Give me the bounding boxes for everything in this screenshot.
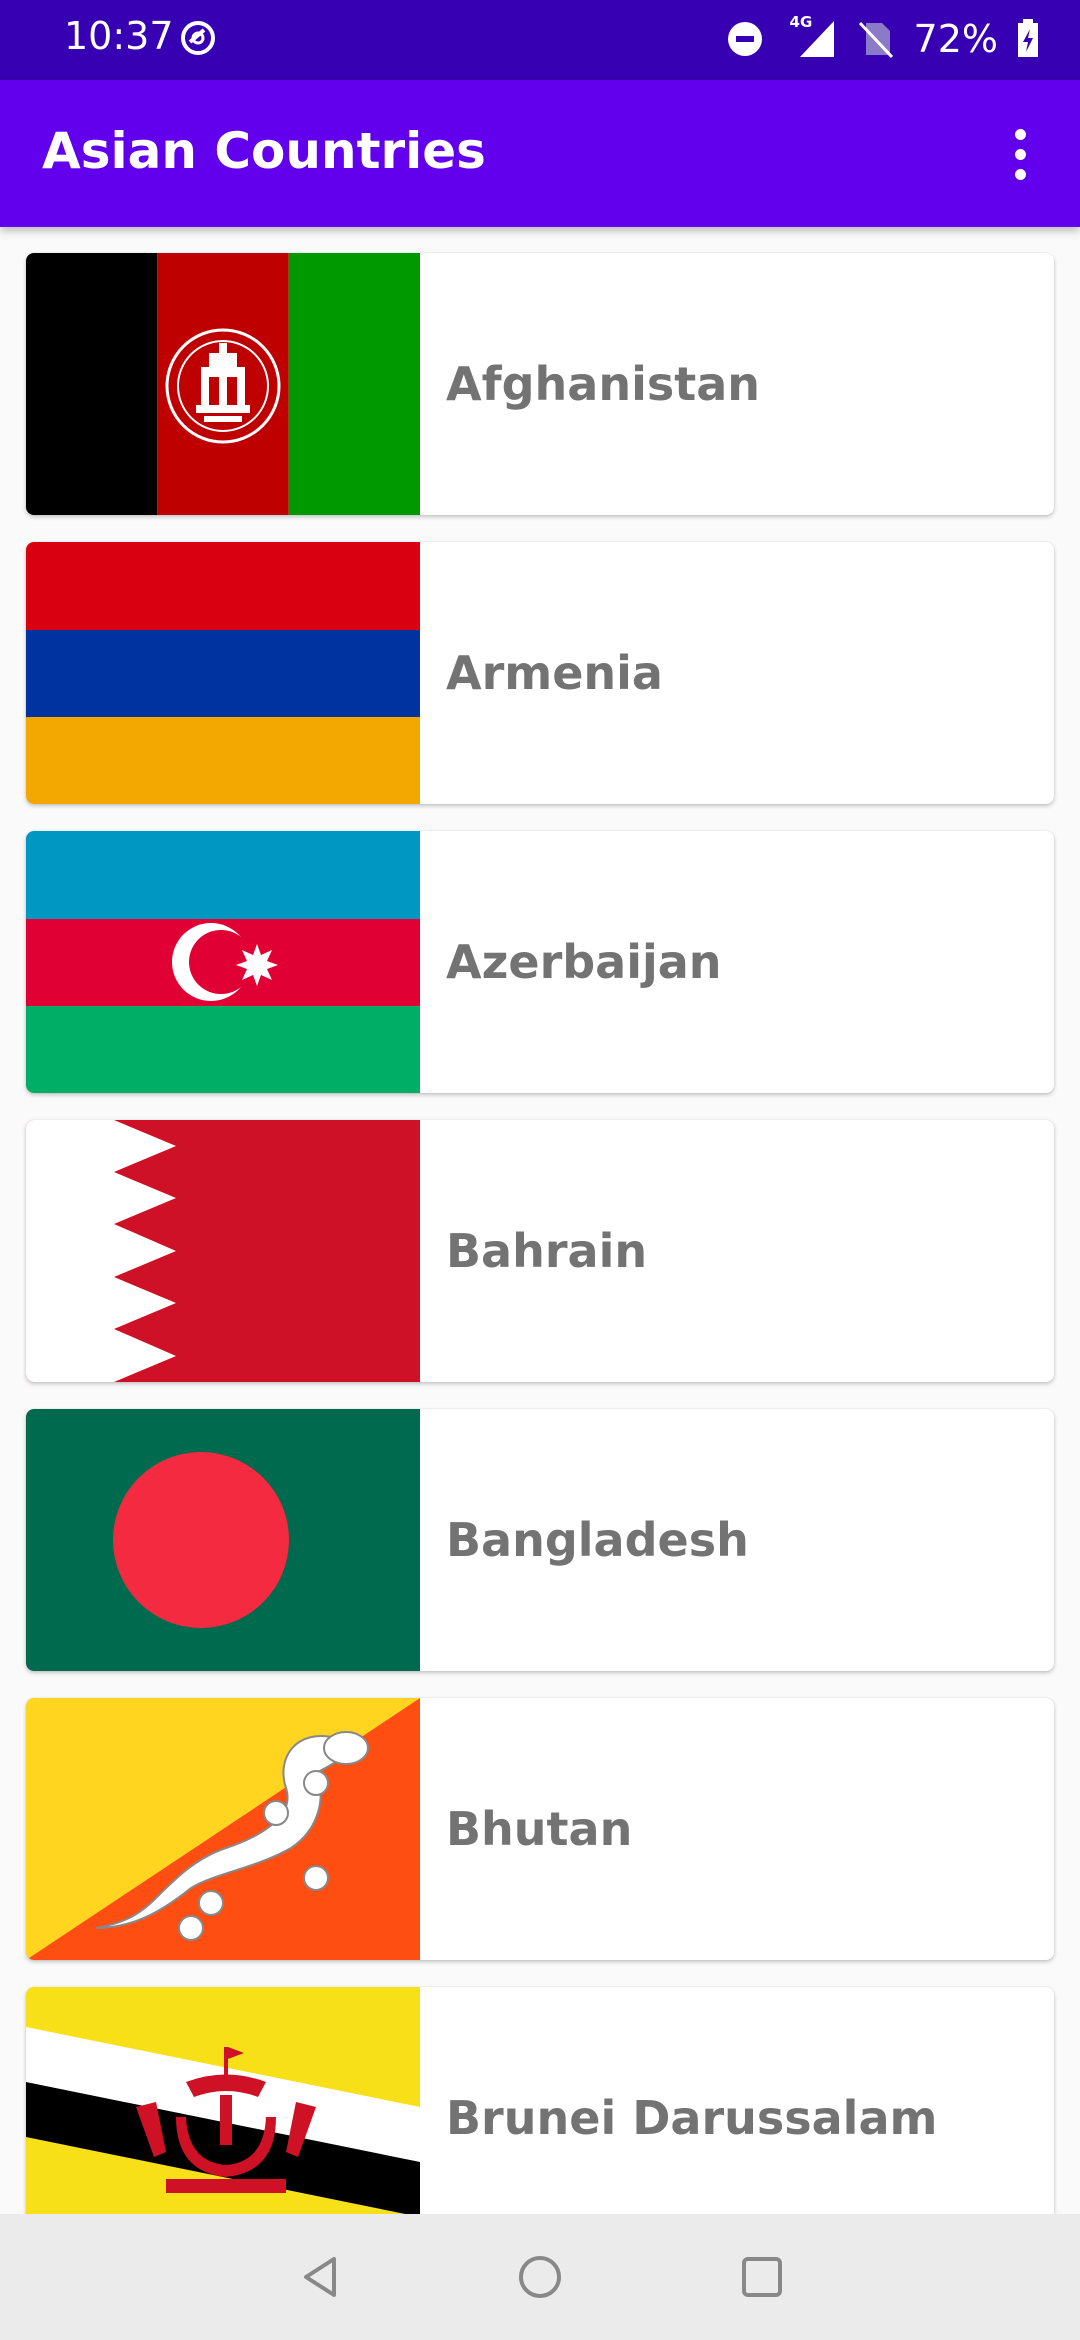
country-name: Bhutan: [446, 1802, 633, 1856]
bahrain-flag-icon: [26, 1120, 420, 1382]
more-vert-dot: [1014, 168, 1026, 180]
app-bar: Asian Countries: [0, 80, 1080, 227]
home-circle-icon: [519, 2256, 561, 2298]
more-vert-icon: [1014, 128, 1026, 140]
country-name: Armenia: [446, 646, 663, 700]
no-sim-icon: [858, 21, 893, 59]
nav-back-button[interactable]: [294, 2249, 350, 2305]
bhutan-flag-icon: [26, 1698, 420, 1960]
dnd-icon: [727, 22, 762, 56]
brunei-flag-icon: [26, 1987, 420, 2214]
country-card-bahrain[interactable]: Bahrain: [26, 1120, 1054, 1382]
system-nav-bar: [0, 2214, 1080, 2340]
azerbaijan-flag-icon: [26, 831, 420, 1093]
sync-icon: [181, 21, 215, 55]
back-triangle-icon: [304, 2257, 336, 2297]
status-bar: 10:37 4G 72%: [0, 0, 1080, 80]
more-vert-dot: [1014, 148, 1026, 160]
country-name: Bahrain: [446, 1224, 648, 1278]
recents-square-icon: [742, 2257, 782, 2297]
country-card-brunei[interactable]: Brunei Darussalam: [26, 1987, 1054, 2214]
battery-charging-icon: [1018, 19, 1038, 57]
battery-percent: 72%: [913, 17, 998, 61]
country-card-azerbaijan[interactable]: Azerbaijan: [26, 831, 1054, 1093]
afghanistan-flag-icon: [26, 253, 420, 515]
country-card-bhutan[interactable]: Bhutan: [26, 1698, 1054, 1960]
signal-icon: 4G: [782, 13, 838, 61]
country-name: Brunei Darussalam: [446, 2091, 938, 2145]
country-card-armenia[interactable]: Armenia: [26, 542, 1054, 804]
country-card-afghanistan[interactable]: Afghanistan: [26, 253, 1054, 515]
country-name: Bangladesh: [446, 1513, 749, 1567]
app-title: Asian Countries: [42, 122, 486, 180]
status-icons: 4G 72%: [726, 13, 1040, 64]
country-name: Azerbaijan: [446, 935, 722, 989]
more-options-button[interactable]: [990, 118, 1050, 190]
status-time: 10:37: [64, 14, 174, 58]
country-card-bangladesh[interactable]: Bangladesh: [26, 1409, 1054, 1671]
armenia-flag-icon: [26, 542, 420, 804]
country-list[interactable]: Afghanistan Armenia Azerbaijan Bahrain B…: [0, 227, 1080, 2214]
bangladesh-flag-icon: [26, 1409, 420, 1671]
country-name: Afghanistan: [446, 357, 761, 411]
nav-home-button[interactable]: [512, 2249, 568, 2305]
nav-recents-button[interactable]: [734, 2249, 790, 2305]
